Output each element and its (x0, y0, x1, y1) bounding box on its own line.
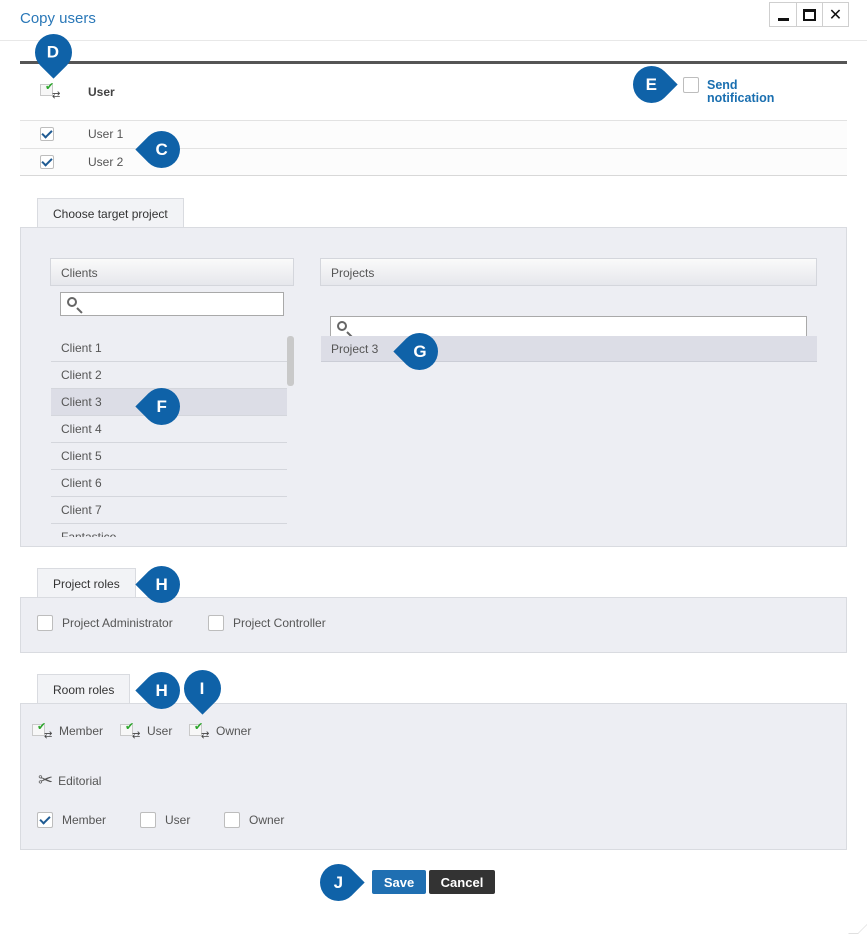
user-row-label: User 2 (88, 155, 124, 169)
send-notification-checkbox[interactable] (683, 77, 699, 93)
maximize-icon (803, 8, 816, 21)
clients-list: Client 1 Client 2 Client 3 Client 4 Clie… (51, 335, 287, 537)
list-item[interactable]: Client 6 (51, 470, 287, 497)
title-divider (0, 40, 867, 41)
toggle-label: User (147, 724, 173, 738)
projects-column-header: Projects (320, 258, 817, 286)
list-item[interactable]: Client 2 (51, 362, 287, 389)
user-row-label: User 1 (88, 127, 124, 141)
role-checkbox[interactable] (37, 812, 53, 828)
role-checkbox[interactable] (37, 615, 53, 631)
role-checkbox[interactable] (224, 812, 240, 828)
role-label: Member (62, 813, 107, 827)
close-icon: ✕ (828, 6, 843, 24)
tab-project-roles[interactable]: Project roles (37, 568, 136, 598)
toggle-user[interactable]: ✔ ⇄ User (120, 720, 172, 742)
toggle-label: Member (59, 724, 104, 738)
toggle-checkbox-icon: ✔ ⇄ (32, 720, 54, 742)
toggle-all-users[interactable]: ✔ ⇄ (40, 80, 62, 105)
resize-handle-icon[interactable] (848, 924, 867, 934)
editorial-section: ✂ Editorial (38, 770, 101, 791)
minimize-icon (777, 18, 789, 21)
annotation-marker-d: D (27, 26, 80, 79)
list-item[interactable]: Client 1 (51, 335, 287, 362)
users-table-top-border (20, 61, 847, 64)
project-role-administrator[interactable]: Project Administrator (37, 615, 173, 631)
role-label: Project Administrator (62, 616, 173, 630)
toggle-member[interactable]: ✔ ⇄ Member (32, 720, 103, 742)
search-icon (337, 321, 347, 331)
toggle-checkbox-icon: ✔ ⇄ (120, 720, 142, 742)
role-label: Project Controller (233, 616, 326, 630)
clients-scrollbar[interactable] (287, 336, 294, 386)
editorial-label: Editorial (58, 773, 102, 788)
toggle-owner[interactable]: ✔ ⇄ Owner (189, 720, 251, 742)
search-icon (67, 297, 77, 307)
list-item[interactable]: Fantastico (51, 524, 287, 537)
clients-search-input[interactable] (60, 292, 284, 316)
list-item[interactable]: Client 5 (51, 443, 287, 470)
list-item[interactable]: Client 7 (51, 497, 287, 524)
editorial-role-user[interactable]: User (140, 812, 190, 828)
clients-column-header: Clients (50, 258, 294, 286)
editorial-role-member[interactable]: Member (37, 812, 106, 828)
scissors-icon: ✂ (38, 770, 54, 790)
save-button[interactable]: Save (372, 870, 426, 894)
toggle-checkbox-icon: ✔ ⇄ (189, 720, 211, 742)
tab-choose-target-project[interactable]: Choose target project (37, 198, 184, 228)
annotation-marker-e: E (625, 58, 678, 111)
project-role-controller[interactable]: Project Controller (208, 615, 326, 631)
toggle-checkbox-icon: ✔ ⇄ (40, 80, 62, 102)
user-row-checkbox[interactable] (40, 155, 54, 169)
minimize-button[interactable] (770, 3, 796, 26)
window-title: Copy users (20, 10, 96, 27)
cancel-button[interactable]: Cancel (429, 870, 495, 894)
tab-room-roles[interactable]: Room roles (37, 674, 131, 704)
user-column-header: User (88, 85, 115, 99)
window-controls: ✕ (769, 2, 849, 27)
role-checkbox[interactable] (208, 615, 224, 631)
annotation-marker-j: J (312, 856, 365, 909)
user-row-checkbox[interactable] (40, 127, 54, 141)
maximize-button[interactable] (796, 3, 822, 26)
send-notification-label[interactable]: Send notification (707, 79, 774, 105)
role-checkbox[interactable] (140, 812, 156, 828)
editorial-role-owner[interactable]: Owner (224, 812, 284, 828)
toggle-label: Owner (216, 724, 252, 738)
role-label: Owner (249, 813, 285, 827)
close-button[interactable]: ✕ (822, 3, 848, 26)
role-label: User (165, 813, 191, 827)
